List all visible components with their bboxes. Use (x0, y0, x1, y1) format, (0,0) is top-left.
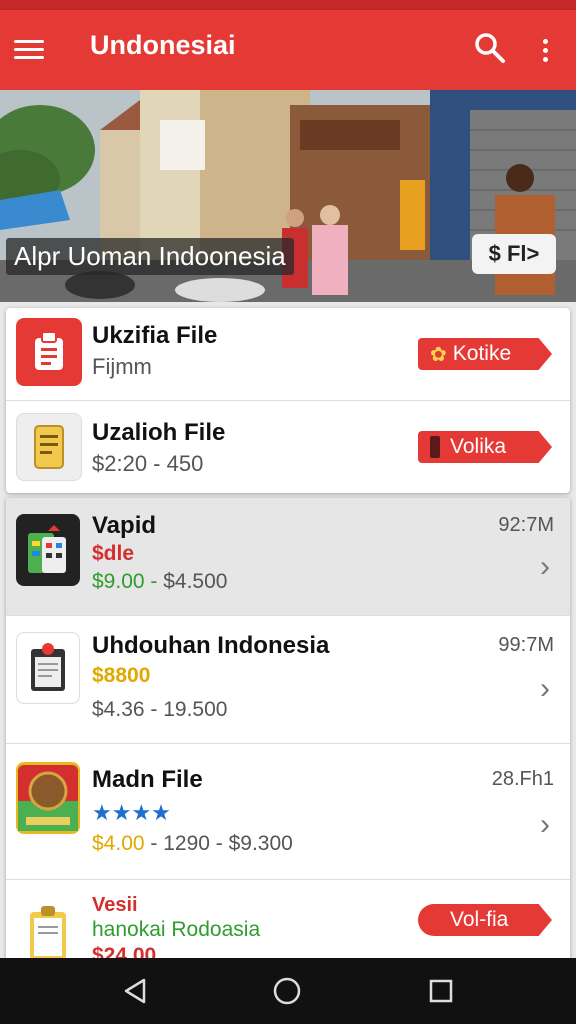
chevron-right-icon: › (540, 808, 550, 841)
system-nav-bar (0, 958, 576, 1024)
featured-title: Ukzifia File (92, 322, 218, 349)
list-item-title: Vesii (92, 894, 138, 916)
list-item-title: Vapid (92, 512, 157, 539)
hero-price-button[interactable]: $ Fl> (472, 234, 556, 274)
app-bar: Undonesiai (0, 10, 576, 90)
list-item[interactable]: Uhdouhan Indonesia 99:7M $8800 $4.36 - 1… (6, 616, 570, 744)
search-icon[interactable] (472, 30, 508, 66)
featured-subtitle: Fijmm (92, 354, 152, 379)
list-item-size: 99:7M (498, 634, 554, 656)
volika-button[interactable]: Volika (418, 431, 552, 463)
rating-stars: ★★★★ (92, 800, 171, 825)
hero-banner[interactable]: Alpr Uoman Indoonesia $ Fl> (0, 90, 576, 302)
back-icon[interactable] (116, 972, 154, 1010)
featured-title: Uzalioh File (92, 419, 226, 446)
more-vert-icon[interactable] (530, 32, 560, 68)
volfia-button[interactable]: Vol-fia (418, 904, 552, 936)
document-icon (16, 413, 82, 481)
clipboard-icon (16, 898, 80, 958)
app-title: Undonesiai (90, 30, 236, 60)
coin-file-icon (16, 762, 80, 834)
menu-icon[interactable] (14, 32, 48, 66)
featured-row[interactable]: Uzalioh File $2:20 - 450 Volika (6, 400, 570, 493)
list-item-title: Uhdouhan Indonesia (92, 632, 330, 659)
flower-icon: ✿ (430, 343, 447, 366)
recents-icon[interactable] (422, 972, 460, 1010)
list-item-price: $8800 (92, 664, 151, 687)
list-item[interactable]: Vapid 92:7M $dle $9.00 - $4.500 › (6, 498, 570, 616)
chevron-right-icon: › (540, 550, 550, 583)
app-file-icon (16, 318, 82, 386)
featured-card: Ukzifia File Fijmm ✿ Kotike Uzalioh File… (6, 308, 570, 493)
home-icon[interactable] (268, 972, 306, 1010)
list-item-price: $24.00 (92, 944, 157, 958)
list-item-tag: $dle (92, 542, 135, 565)
list-item-title: Madn File (92, 766, 203, 793)
list-item-size: 28.Fh1 (491, 768, 554, 790)
hero-caption: Alpr Uoman Indoonesia (6, 238, 294, 275)
list-item-price-range: $4.36 - 19.500 (92, 698, 228, 721)
featured-row[interactable]: Ukzifia File Fijmm ✿ Kotike (6, 308, 570, 400)
kotike-button[interactable]: ✿ Kotike (418, 338, 552, 370)
chevron-right-icon: › (540, 672, 550, 705)
status-bar (0, 0, 576, 10)
list-item[interactable]: Madn File 28.Fh1 ★★★★ $4.00 - 1290 - $9.… (6, 744, 570, 880)
list-item-subtitle: hanokai Rodoasia (92, 918, 261, 941)
list-item-price: $4.00 - 1290 - $9.300 (92, 832, 293, 855)
featured-subtitle: $2:20 - 450 (92, 451, 204, 476)
list-item[interactable]: Vesii hanokai Rodoasia $24.00 Vol-fia (6, 880, 570, 958)
list-item-size: 92:7M (498, 514, 554, 536)
app-list: Vapid 92:7M $dle $9.00 - $4.500 › Uhdouh… (6, 498, 570, 958)
clipboard-icon (16, 632, 80, 704)
phone-icon (430, 436, 440, 458)
calculator-app-icon (16, 514, 80, 586)
list-item-price: $9.00 - $4.500 (92, 570, 228, 593)
